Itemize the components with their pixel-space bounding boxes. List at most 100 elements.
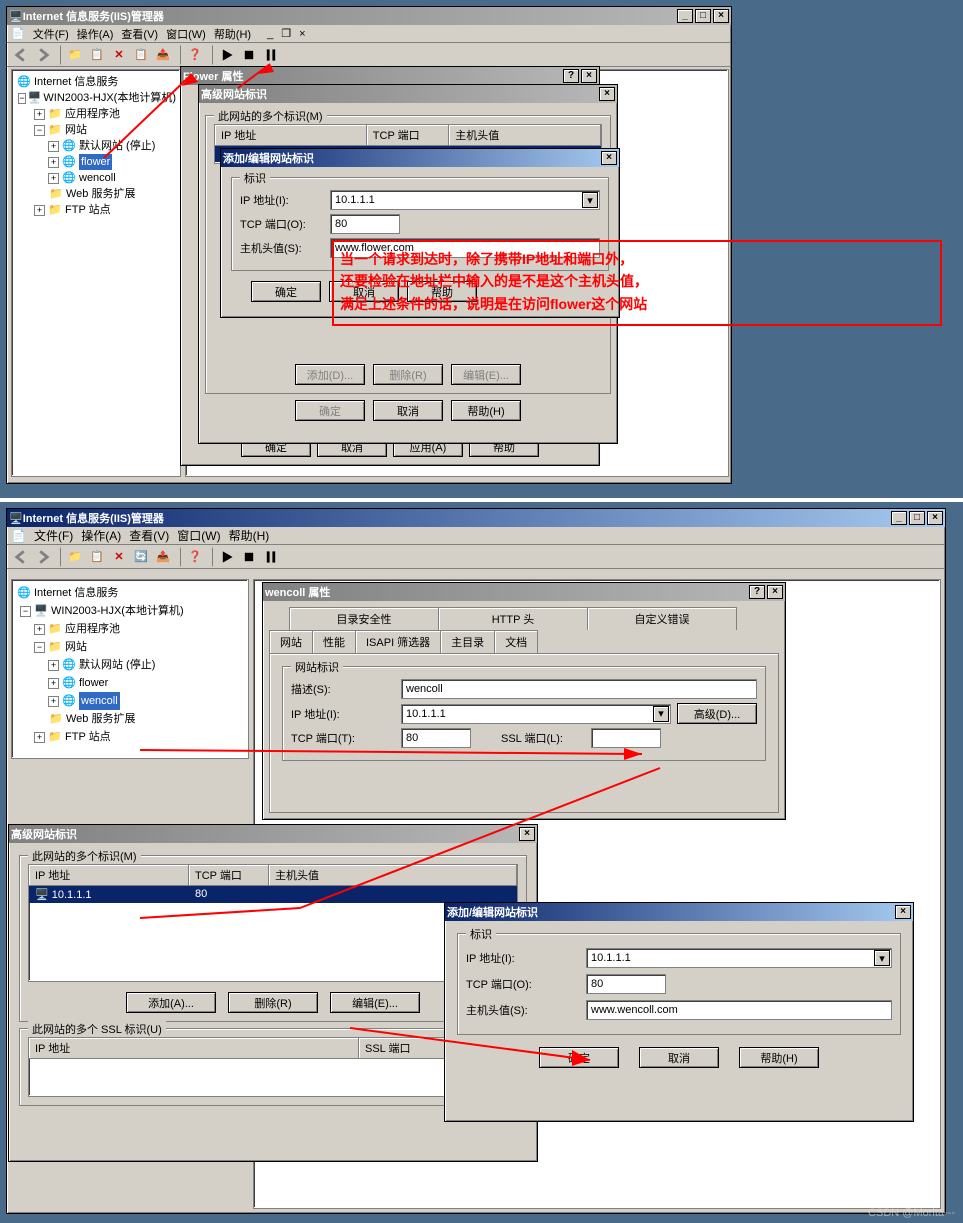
tree-root[interactable]: 🌐Internet 信息服务 — [16, 584, 244, 602]
stop-button[interactable] — [239, 45, 259, 65]
tree-root[interactable]: 🌐Internet 信息服务 — [16, 74, 176, 90]
titlebar[interactable]: Flower 属性 ? × — [181, 67, 599, 85]
collapse-icon[interactable]: − — [18, 93, 25, 104]
ssl-input[interactable] — [591, 728, 661, 748]
tab-isapi[interactable]: ISAPI 筛选器 — [355, 630, 441, 653]
mdi-restore-button[interactable]: ❐ — [281, 27, 291, 40]
col-host[interactable]: 主机头值 — [269, 865, 517, 885]
up-button[interactable]: 📁 — [65, 45, 85, 65]
mdi-close-button[interactable]: × — [299, 28, 305, 40]
menu-file[interactable]: 文件(F) — [33, 26, 69, 42]
help-button[interactable]: ? — [749, 585, 765, 599]
chevron-down-icon[interactable]: ▾ — [874, 950, 890, 966]
expand-icon[interactable]: + — [48, 660, 59, 671]
refresh-button[interactable]: 📋 — [131, 45, 151, 65]
list-row[interactable]: 🖥️ 10.1.1.1 80 — [29, 886, 517, 903]
help-button[interactable]: 帮助(H) — [739, 1047, 819, 1068]
tab-security[interactable]: 目录安全性 — [289, 607, 439, 630]
tab-errors[interactable]: 自定义错误 — [587, 607, 737, 630]
host-input[interactable]: www.flower.com — [330, 238, 600, 258]
pause-button[interactable] — [261, 45, 281, 65]
cancel-button[interactable]: 取消 — [329, 281, 399, 302]
tree-site-flower[interactable]: +🌐flower — [16, 674, 244, 692]
close-button[interactable]: × — [519, 827, 535, 841]
tree-server[interactable]: −🖥️WIN2003-HJX(本地计算机) — [16, 90, 176, 106]
edit-button[interactable]: 编辑(E)... — [451, 364, 521, 385]
help-button[interactable]: ? — [563, 69, 579, 83]
host-input[interactable]: www.wencoll.com — [586, 1000, 892, 1020]
props-button[interactable]: 📋 — [87, 45, 107, 65]
mdi-minimize-button[interactable]: _ — [267, 28, 273, 40]
tree-sites[interactable]: −📁网站 — [16, 638, 244, 656]
titlebar[interactable]: 🖥️ Internet 信息服务(IIS)管理器 _ □ × — [7, 7, 731, 25]
export-button[interactable]: 📤 — [153, 547, 173, 567]
add-button[interactable]: 添加(A)... — [126, 992, 216, 1013]
tree-site-flower[interactable]: +🌐flower — [16, 154, 176, 170]
play-button[interactable] — [217, 45, 237, 65]
forward-button[interactable] — [33, 45, 53, 65]
delete-button[interactable]: 删除(R) — [228, 992, 318, 1013]
tree-sites[interactable]: −📁网站 — [16, 122, 176, 138]
collapse-icon[interactable]: − — [34, 642, 45, 653]
up-button[interactable]: 📁 — [65, 547, 85, 567]
titlebar[interactable]: 添加/编辑网站标识 × — [221, 149, 619, 167]
help-button[interactable]: 帮助(H) — [451, 400, 521, 421]
back-button[interactable] — [11, 45, 31, 65]
tab-website[interactable]: 网站 — [269, 630, 313, 653]
expand-icon[interactable]: + — [48, 678, 59, 689]
delete-button[interactable]: ✕ — [109, 547, 129, 567]
collapse-icon[interactable]: − — [20, 606, 31, 617]
ok-button[interactable]: 确定 — [251, 281, 321, 302]
help-button[interactable]: ❓ — [185, 547, 205, 567]
port-input[interactable]: 80 — [330, 214, 400, 234]
edit-button[interactable]: 编辑(E)... — [330, 992, 420, 1013]
help-button[interactable]: 帮助 — [407, 281, 477, 302]
tab-docs[interactable]: 文档 — [494, 630, 538, 653]
menu-action[interactable]: 操作(A) — [81, 527, 121, 544]
col-port[interactable]: TCP 端口 — [189, 865, 269, 885]
tab-homedir[interactable]: 主目录 — [440, 630, 495, 653]
close-button[interactable]: × — [601, 151, 617, 165]
delete-button[interactable]: 删除(R) — [373, 364, 443, 385]
close-button[interactable]: × — [767, 585, 783, 599]
menu-window[interactable]: 窗口(W) — [166, 26, 206, 42]
collapse-icon[interactable]: − — [34, 125, 45, 136]
menu-file[interactable]: 文件(F) — [34, 527, 73, 544]
titlebar[interactable]: 🖥️ Internet 信息服务(IIS)管理器 _ □ × — [7, 509, 945, 527]
pause-button[interactable] — [261, 547, 281, 567]
expand-icon[interactable]: + — [48, 141, 59, 152]
refresh-button[interactable]: 🔄 — [131, 547, 151, 567]
ok-button[interactable]: 确定 — [539, 1047, 619, 1068]
tree-apppool[interactable]: +📁应用程序池 — [16, 106, 176, 122]
tree[interactable]: 🌐Internet 信息服务 −🖥️WIN2003-HJX(本地计算机) +📁应… — [12, 70, 180, 222]
expand-icon[interactable]: + — [34, 109, 45, 120]
menu-help[interactable]: 帮助(H) — [229, 527, 270, 544]
expand-icon[interactable]: + — [34, 205, 45, 216]
tree-site-wencoll[interactable]: +🌐wencoll — [16, 692, 244, 710]
port-input[interactable]: 80 — [401, 728, 471, 748]
maximize-button[interactable]: □ — [695, 9, 711, 23]
menu-view[interactable]: 查看(V) — [121, 26, 158, 42]
expand-icon[interactable]: + — [34, 732, 45, 743]
col-ip[interactable]: IP 地址 — [29, 865, 189, 885]
tab-performance[interactable]: 性能 — [312, 630, 356, 653]
cancel-button[interactable]: 取消 — [373, 400, 443, 421]
minimize-button[interactable]: _ — [677, 9, 693, 23]
titlebar[interactable]: 高级网站标识 × — [9, 825, 537, 843]
ip-combo[interactable]: 10.1.1.1▾ — [401, 704, 671, 724]
play-button[interactable] — [217, 547, 237, 567]
back-button[interactable] — [11, 547, 31, 567]
close-button[interactable]: × — [895, 905, 911, 919]
expand-icon[interactable]: + — [48, 157, 59, 168]
chevron-down-icon[interactable]: ▾ — [653, 706, 669, 722]
col-host[interactable]: 主机头值 — [449, 125, 601, 145]
help-button[interactable]: ❓ — [185, 45, 205, 65]
titlebar[interactable]: 添加/编辑网站标识 × — [445, 903, 913, 921]
col-ssl-ip[interactable]: IP 地址 — [29, 1038, 359, 1058]
tree-webext[interactable]: 📁Web 服务扩展 — [16, 710, 244, 728]
tree-ftp[interactable]: +📁FTP 站点 — [16, 202, 176, 218]
ok-button[interactable]: 确定 — [295, 400, 365, 421]
ip-combo[interactable]: 10.1.1.1▾ — [330, 190, 600, 210]
col-port[interactable]: TCP 端口 — [367, 125, 449, 145]
tree-site-default[interactable]: +🌐默认网站 (停止) — [16, 138, 176, 154]
